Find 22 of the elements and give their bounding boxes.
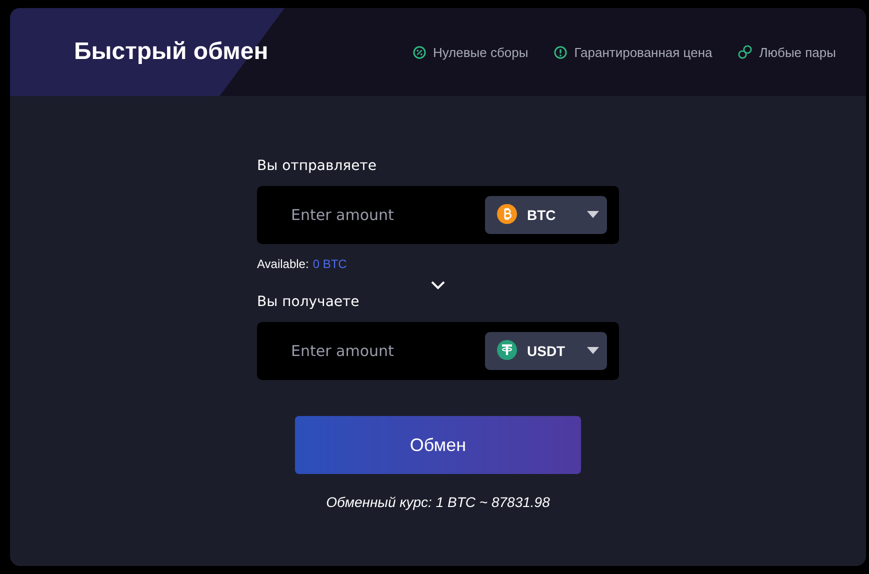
feature-label: Гарантированная цена — [574, 44, 712, 60]
percent-icon — [412, 46, 426, 58]
exchange-button[interactable]: Обмен — [295, 416, 581, 474]
page-title: Быстрый обмен — [74, 38, 270, 66]
tether-icon — [497, 340, 517, 360]
chevron-down-icon[interactable] — [431, 281, 445, 290]
field-label: Вы получаете — [257, 294, 360, 310]
feature-label: Нулевые сборы — [432, 44, 528, 60]
amount-input[interactable]: Enter amount — [289, 341, 485, 361]
caret-icon — [587, 347, 599, 355]
caret-icon — [587, 211, 599, 219]
field-label: Вы отправляете — [257, 158, 378, 174]
feature-label: Любые пары — [759, 44, 836, 60]
currency-select[interactable]: USDT — [485, 332, 607, 370]
exclamation-icon — [554, 46, 568, 58]
exchange-rate: Обменный курс: 1 BTC ~ 87831.98 — [325, 494, 551, 510]
available-label: Available: — [257, 257, 309, 271]
available-balance: 0 BTC — [312, 257, 347, 271]
coins-icon — [738, 45, 752, 59]
bitcoin-icon — [497, 204, 517, 224]
currency-select[interactable]: BTC — [485, 196, 607, 234]
amount-input[interactable]: Enter amount — [289, 205, 485, 225]
